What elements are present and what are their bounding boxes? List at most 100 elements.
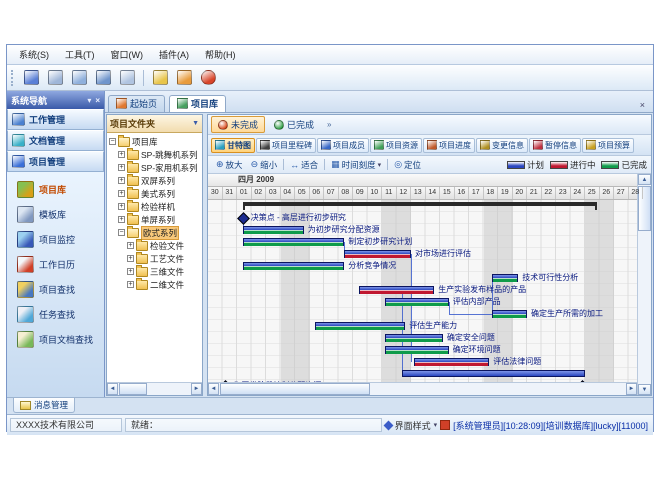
task-bar-6[interactable] — [492, 274, 518, 282]
tree-node-3[interactable]: +双屏系列 — [107, 174, 202, 187]
tree-node-0[interactable]: −项目库 — [107, 135, 202, 148]
scroll-left-icon[interactable]: ◄ — [107, 383, 118, 395]
scroll-thumb[interactable] — [220, 383, 370, 395]
filter-unfinished[interactable]: 未完成 — [211, 116, 265, 133]
expand-icon[interactable]: + — [118, 151, 125, 158]
tree-node-4[interactable]: +美式系列 — [107, 187, 202, 200]
view-changes[interactable]: 变更信息 — [476, 138, 528, 153]
tree-panel-dropdown-icon[interactable]: ▼ — [192, 120, 199, 127]
filter-finished[interactable]: 已完成 — [267, 116, 321, 133]
menu-item-0[interactable]: 系统(S) — [11, 46, 57, 63]
view-milestones[interactable]: 项目里程碑 — [256, 138, 316, 153]
task-bar-13[interactable] — [414, 358, 489, 366]
tree-node-10[interactable]: +三维文件 — [107, 265, 202, 278]
view-pauses[interactable]: 暂停信息 — [529, 138, 581, 153]
sidebar-item-project-monitor[interactable]: 项目监控 — [7, 227, 104, 252]
view-members[interactable]: 项目成员 — [317, 138, 369, 153]
toolbar-button-nav-panel-icon[interactable] — [20, 67, 42, 89]
tab-project-library[interactable]: 项目库 — [169, 95, 226, 112]
tree-node-8[interactable]: +检验文件 — [107, 239, 202, 252]
expand-icon[interactable]: + — [118, 164, 125, 171]
view-budget[interactable]: 项目预算 — [582, 138, 634, 153]
sidebar-dropdown-icon[interactable]: ▾ — [87, 96, 91, 105]
toolbar-button-lock-icon[interactable] — [173, 67, 195, 89]
tree-node-1[interactable]: +SP-跳舞机系列 — [107, 148, 202, 161]
menu-item-1[interactable]: 工具(T) — [57, 46, 103, 63]
collapse-icon[interactable]: − — [109, 138, 116, 145]
tree-panel-tab[interactable]: 项目文件夹 — [110, 117, 155, 130]
tool-zoom-in[interactable]: ⊕放大 — [212, 159, 247, 171]
view-progress[interactable]: 项目进度 — [423, 138, 475, 153]
expand-icon[interactable]: + — [118, 177, 125, 184]
menu-item-4[interactable]: 帮助(H) — [197, 46, 244, 63]
milestone-diamond-15[interactable] — [220, 380, 233, 382]
tab-start-page[interactable]: 起始页 — [108, 95, 165, 112]
sidebar-item-template-library[interactable]: 模板库 — [7, 202, 104, 227]
tree-node-5[interactable]: +检验样机 — [107, 200, 202, 213]
tree-hscroll[interactable]: ◄ ► — [107, 382, 202, 395]
expand-icon[interactable]: + — [127, 255, 134, 262]
task-bar-5[interactable] — [243, 262, 345, 270]
tree-node-7[interactable]: −欧式系列 — [107, 226, 202, 239]
gantt-hscroll[interactable]: ◄ ► — [208, 382, 637, 395]
tree-node-2[interactable]: +SP-家用机系列 — [107, 161, 202, 174]
message-panel-tab[interactable]: 消息管理 — [13, 398, 75, 413]
tree-node-6[interactable]: +单屏系列 — [107, 213, 202, 226]
tool-timescale[interactable]: ▦时间刻度▾ — [327, 159, 385, 171]
toolbar-button-calculator-icon[interactable] — [116, 67, 138, 89]
view-gantt[interactable]: 甘特图 — [211, 138, 255, 153]
task-bar-3[interactable] — [243, 238, 345, 246]
expand-icon[interactable]: + — [127, 281, 134, 288]
expand-icon[interactable]: + — [127, 242, 134, 249]
sidebar-item-work-calendar[interactable]: 工作日历 — [7, 252, 104, 277]
scroll-right-icon[interactable]: ► — [626, 383, 637, 395]
sidebar-section-project-management[interactable]: 项目管理 — [7, 151, 104, 172]
menu-item-2[interactable]: 窗口(W) — [103, 46, 152, 63]
tool-zoom-out[interactable]: ⊖缩小 — [247, 159, 282, 171]
sidebar-item-project-library[interactable]: 项目库 — [7, 177, 104, 202]
toolbar-button-mail-icon[interactable] — [149, 67, 171, 89]
sidebar-item-project-document-search[interactable]: 项目文档查找 — [7, 327, 104, 352]
filter-more-icon[interactable]: » — [327, 120, 331, 129]
tree-node-11[interactable]: +二维文件 — [107, 278, 202, 291]
expand-icon[interactable]: + — [118, 190, 125, 197]
expand-icon[interactable]: + — [118, 203, 125, 210]
tree-node-9[interactable]: +工艺文件 — [107, 252, 202, 265]
task-bar-4[interactable] — [344, 250, 411, 258]
task-bar-9[interactable] — [492, 310, 527, 318]
scroll-left-icon[interactable]: ◄ — [208, 383, 219, 395]
scroll-thumb[interactable] — [119, 383, 147, 395]
sidebar-section-document-management[interactable]: 文档管理 — [7, 130, 104, 151]
task-bar-12[interactable] — [385, 346, 449, 354]
style-dropdown-icon[interactable]: ▾ — [434, 421, 438, 429]
sidebar-close-icon[interactable]: × — [95, 96, 100, 105]
toolbar-button-tile-window-icon[interactable] — [68, 67, 90, 89]
task-bar-8[interactable] — [385, 298, 449, 306]
milestone-diamond-1[interactable] — [237, 212, 250, 225]
task-bar-14[interactable] — [402, 370, 585, 377]
task-bar-11[interactable] — [385, 334, 443, 342]
sidebar-section-work-management[interactable]: 工作管理 — [7, 109, 104, 130]
toolbar-button-style-window-icon[interactable] — [92, 67, 114, 89]
tool-fit[interactable]: ↔适合 — [286, 159, 322, 171]
scroll-down-icon[interactable]: ▼ — [638, 384, 651, 395]
scroll-up-icon[interactable]: ▲ — [638, 174, 651, 185]
task-bar-7[interactable] — [359, 286, 434, 294]
tool-locate[interactable]: ◎定位 — [390, 159, 425, 171]
expand-icon[interactable]: + — [127, 268, 134, 275]
style-label[interactable]: 界面样式 — [395, 419, 431, 432]
collapse-icon[interactable]: − — [118, 229, 125, 236]
gantt-vscroll[interactable]: ▲ ▼ — [637, 174, 651, 395]
toolbar-button-exit-icon[interactable] — [197, 67, 219, 89]
toolbar-grip[interactable] — [11, 70, 16, 86]
menu-item-3[interactable]: 插件(A) — [151, 46, 197, 63]
tab-close-icon[interactable]: × — [635, 100, 650, 112]
scroll-right-icon[interactable]: ► — [191, 383, 202, 395]
view-resources[interactable]: 项目资源 — [370, 138, 422, 153]
task-bar-2[interactable] — [243, 226, 304, 234]
toolbar-button-cascade-window-icon[interactable] — [44, 67, 66, 89]
task-bar-10[interactable] — [315, 322, 405, 330]
expand-icon[interactable]: + — [118, 216, 125, 223]
sidebar-item-project-search[interactable]: 项目查找 — [7, 277, 104, 302]
sidebar-item-task-search[interactable]: 任务查找 — [7, 302, 104, 327]
